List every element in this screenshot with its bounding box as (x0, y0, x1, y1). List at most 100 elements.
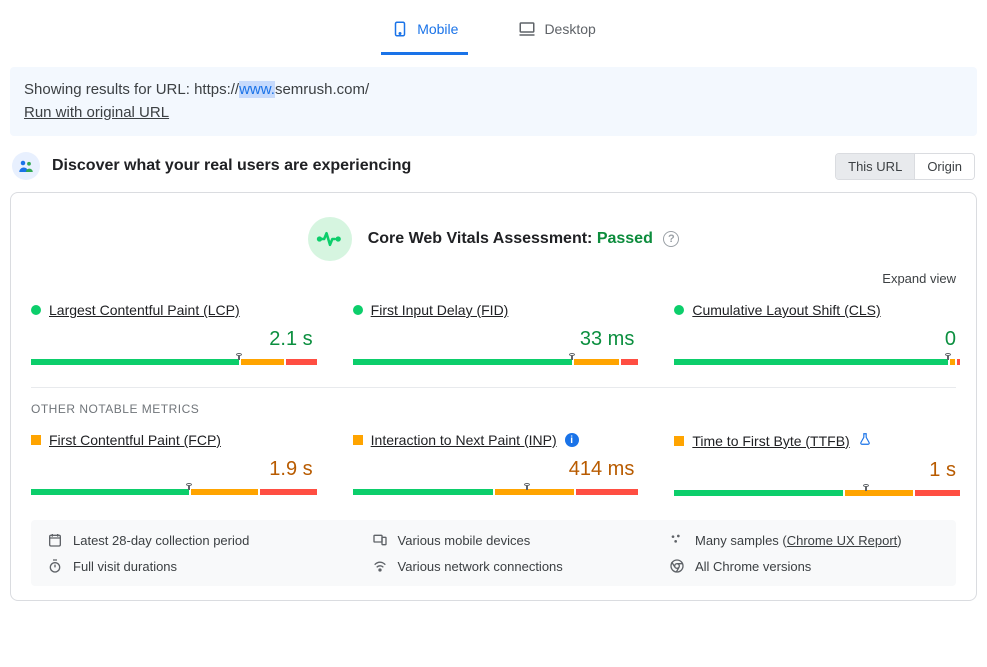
scope-toggle: This URL Origin (835, 153, 975, 180)
tab-desktop-label: Desktop (544, 21, 595, 37)
dist-segment-green (31, 489, 189, 495)
other-metrics-label: OTHER NOTABLE METRICS (31, 402, 956, 416)
core-vitals-grid: Largest Contentful Paint (LCP) 2.1 s First… (31, 302, 956, 365)
dist-segment-green (674, 359, 947, 365)
status-dot-good (31, 305, 41, 315)
chrome-icon (669, 558, 685, 574)
dist-segment-orange (191, 489, 259, 495)
metric-core-0: Largest Contentful Paint (LCP) 2.1 s (31, 302, 313, 365)
percentile-marker (943, 354, 953, 360)
metric-value: 2.1 s (31, 328, 313, 351)
status-dot-needs-improvement (674, 436, 684, 446)
percentile-marker (861, 485, 871, 491)
metric-name-link[interactable]: Time to First Byte (TTFB) (692, 433, 849, 449)
dist-segment-green (353, 359, 573, 365)
metric-value: 414 ms (353, 458, 635, 481)
metric-header: Time to First Byte (TTFB) (674, 432, 956, 449)
device-tabs: Mobile Desktop (0, 0, 987, 55)
url-notice-suffix: semrush.com/ (275, 81, 369, 98)
metric-name-link[interactable]: First Contentful Paint (FCP) (49, 432, 221, 448)
chrome-ux-report-link[interactable]: Chrome UX Report (787, 533, 898, 548)
metric-header: First Contentful Paint (FCP) (31, 432, 313, 448)
status-dot-needs-improvement (353, 435, 363, 445)
metric-name-link[interactable]: First Input Delay (FID) (371, 302, 509, 318)
metric-header: Interaction to Next Paint (INP) i (353, 432, 635, 448)
footer-collection-period: Latest 28-day collection period (47, 532, 332, 548)
status-dot-good (353, 305, 363, 315)
wifi-icon (372, 558, 388, 574)
url-notice-highlight: www. (239, 81, 275, 98)
run-original-url-link[interactable]: Run with original URL (24, 104, 169, 121)
metric-core-1: First Input Delay (FID) 33 ms (353, 302, 635, 365)
other-metrics-grid: First Contentful Paint (FCP) 1.9 s Interac… (31, 432, 956, 496)
vitals-card: Core Web Vitals Assessment: Passed ? Exp… (10, 192, 977, 601)
distribution-bar (353, 359, 635, 365)
dist-segment-green (353, 489, 494, 495)
metric-value: 33 ms (353, 328, 635, 351)
distribution-bar (31, 489, 313, 495)
metric-header: First Input Delay (FID) (353, 302, 635, 318)
metric-value: 0 (674, 328, 956, 351)
dist-segment-red (260, 489, 316, 495)
dist-segment-red (621, 359, 638, 365)
mobile-icon (391, 20, 409, 38)
scope-origin[interactable]: Origin (914, 154, 974, 179)
tab-desktop[interactable]: Desktop (508, 14, 605, 55)
assessment-header: Core Web Vitals Assessment: Passed ? (31, 217, 956, 261)
stopwatch-icon (47, 558, 63, 574)
flask-icon[interactable] (858, 432, 872, 449)
footer-browsers: All Chrome versions (669, 558, 940, 574)
footer-connections: Various network connections (372, 558, 629, 574)
percentile-marker (567, 354, 577, 360)
metric-header: Largest Contentful Paint (LCP) (31, 302, 313, 318)
footer-samples: Many samples (Chrome UX Report) (669, 532, 940, 548)
discover-title: Discover what your real users are experi… (52, 157, 411, 175)
distribution-bar (674, 359, 956, 365)
footer-devices: Various mobile devices (372, 532, 629, 548)
metric-value: 1 s (674, 459, 956, 482)
pulse-icon (308, 217, 352, 261)
percentile-marker (234, 354, 244, 360)
percentile-marker (184, 484, 194, 490)
dist-segment-red (915, 490, 960, 496)
assessment-label: Core Web Vitals Assessment: (368, 230, 597, 247)
assessment-help-icon[interactable]: ? (663, 231, 679, 247)
distribution-bar (353, 489, 635, 495)
discover-header: Discover what your real users are experi… (0, 148, 987, 192)
tab-mobile-label: Mobile (417, 21, 458, 37)
divider (31, 387, 956, 388)
metric-core-2: Cumulative Layout Shift (CLS) 0 (674, 302, 956, 365)
footer-info-box: Latest 28-day collection period Various … (31, 520, 956, 586)
footer-durations: Full visit durations (47, 558, 332, 574)
metric-other-1: Interaction to Next Paint (INP) i 414 ms (353, 432, 635, 496)
assessment-status: Passed (597, 230, 653, 247)
status-dot-good (674, 305, 684, 315)
scope-this-url[interactable]: This URL (836, 154, 914, 179)
dist-segment-red (286, 359, 317, 365)
dist-segment-orange (241, 359, 283, 365)
metric-name-link[interactable]: Interaction to Next Paint (INP) (371, 432, 557, 448)
dist-segment-green (31, 359, 239, 365)
metric-header: Cumulative Layout Shift (CLS) (674, 302, 956, 318)
dist-segment-red (576, 489, 638, 495)
scatter-icon (669, 532, 685, 548)
calendar-icon (47, 532, 63, 548)
status-dot-needs-improvement (31, 435, 41, 445)
dist-segment-orange (574, 359, 619, 365)
dist-segment-orange (845, 490, 913, 496)
expand-view-link[interactable]: Expand view (31, 271, 956, 286)
tab-mobile[interactable]: Mobile (381, 14, 468, 55)
metric-other-0: First Contentful Paint (FCP) 1.9 s (31, 432, 313, 496)
metric-other-2: Time to First Byte (TTFB) 1 s (674, 432, 956, 496)
distribution-bar (674, 490, 956, 496)
metric-name-link[interactable]: Cumulative Layout Shift (CLS) (692, 302, 880, 318)
info-icon[interactable]: i (565, 433, 579, 447)
dist-segment-green (674, 490, 843, 496)
devices-icon (372, 532, 388, 548)
metric-value: 1.9 s (31, 458, 313, 481)
dist-segment-red (957, 359, 960, 365)
percentile-marker (522, 484, 532, 490)
people-icon (12, 152, 40, 180)
url-notice: Showing results for URL: https://www.sem… (10, 67, 977, 136)
metric-name-link[interactable]: Largest Contentful Paint (LCP) (49, 302, 240, 318)
